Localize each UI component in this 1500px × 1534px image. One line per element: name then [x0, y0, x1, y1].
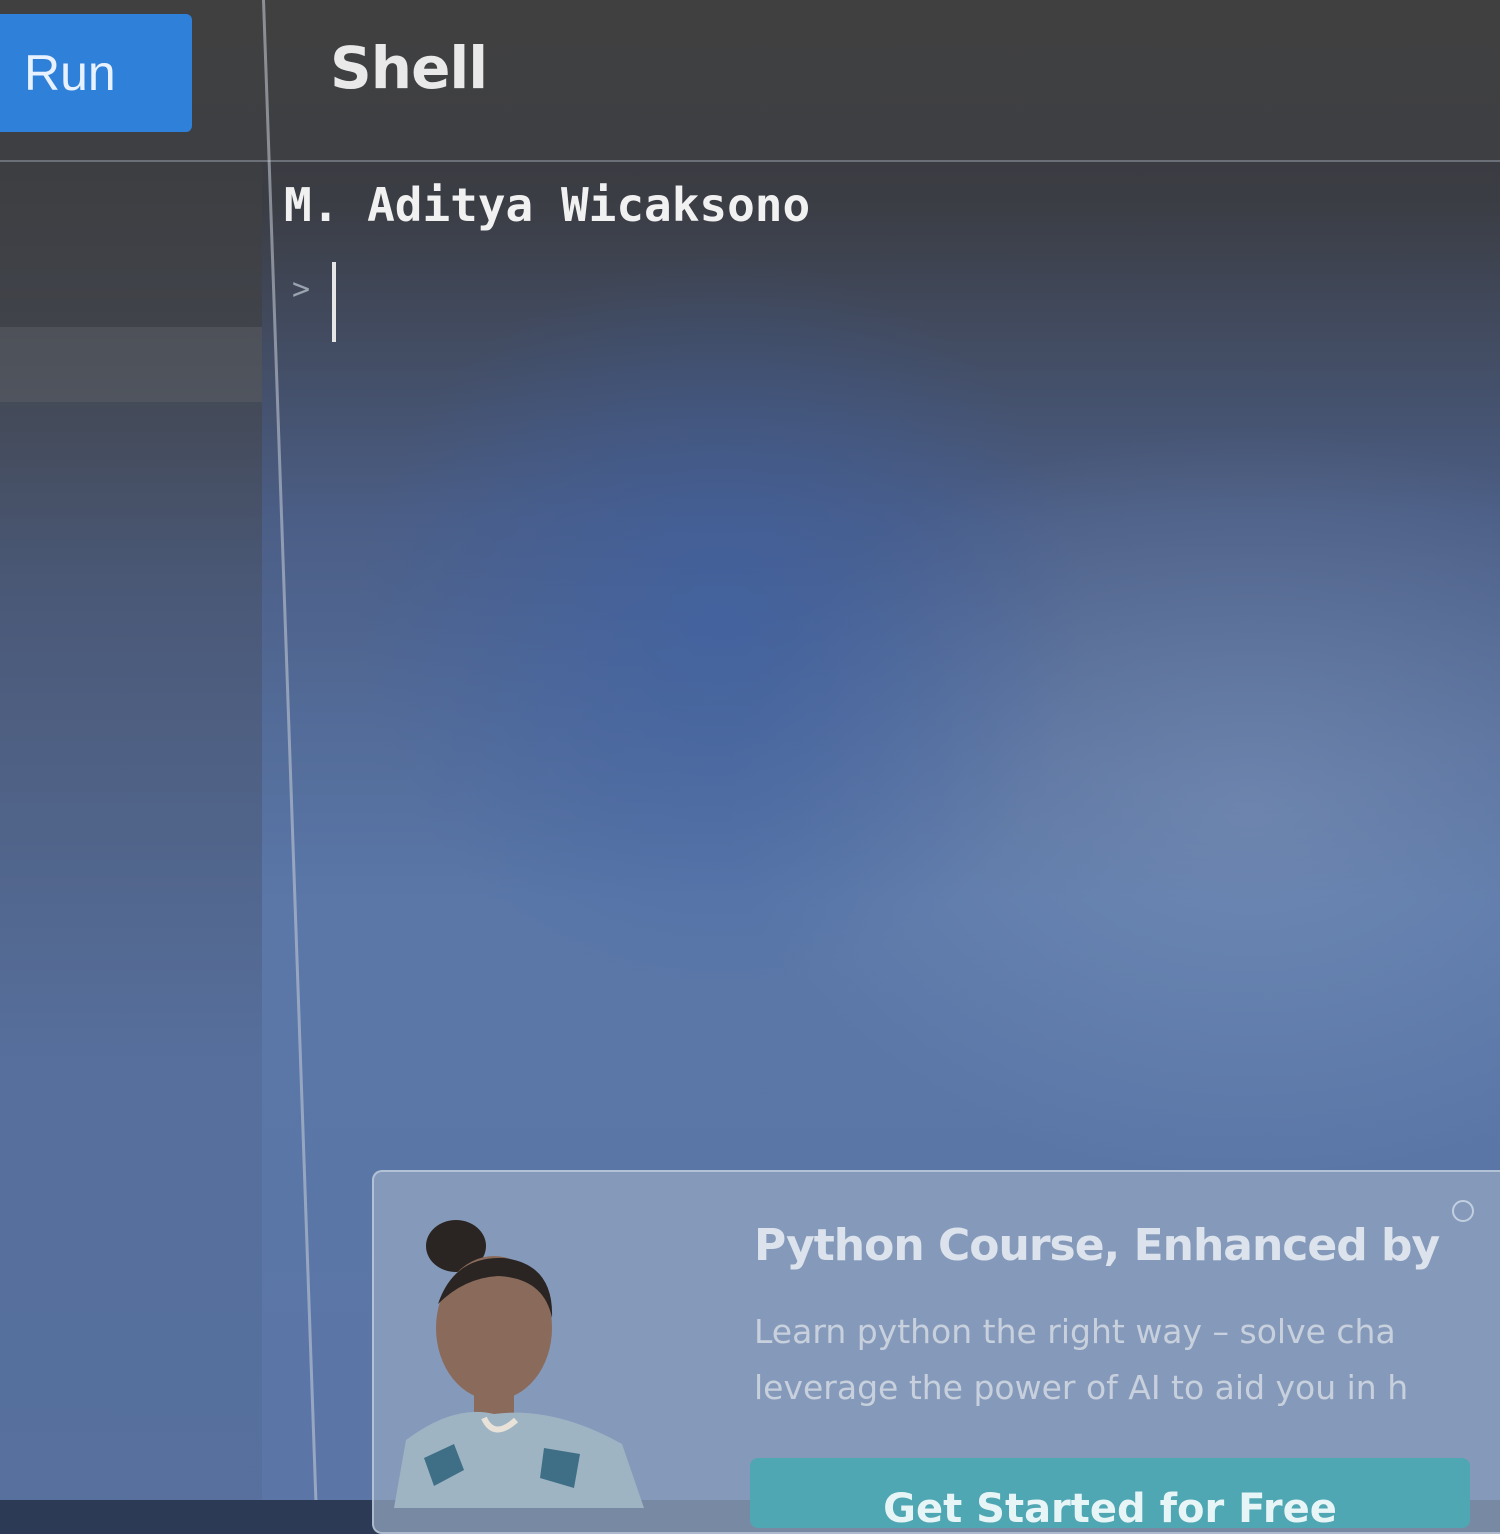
console-output: M. Aditya Wicaksono — [284, 178, 811, 232]
tab-shell[interactable]: Shell — [330, 34, 488, 102]
promo-title: Python Course, Enhanced by — [754, 1220, 1440, 1271]
promo-card[interactable]: Python Course, Enhanced by Learn python … — [372, 1170, 1500, 1534]
promo-description: Learn python the right way – solve cha l… — [754, 1312, 1409, 1407]
top-toolbar: Run Shell — [0, 0, 1500, 162]
instructor-avatar — [394, 1220, 644, 1508]
editor-pane[interactable] — [0, 162, 262, 1500]
close-icon[interactable] — [1452, 1200, 1474, 1222]
editor-highlight-line — [0, 327, 262, 402]
console-prompt[interactable]: > — [292, 262, 337, 342]
text-cursor — [332, 262, 337, 342]
get-started-button[interactable]: Get Started for Free — [750, 1458, 1470, 1528]
run-button[interactable]: Run — [0, 14, 192, 132]
prompt-symbol: > — [292, 272, 311, 307]
